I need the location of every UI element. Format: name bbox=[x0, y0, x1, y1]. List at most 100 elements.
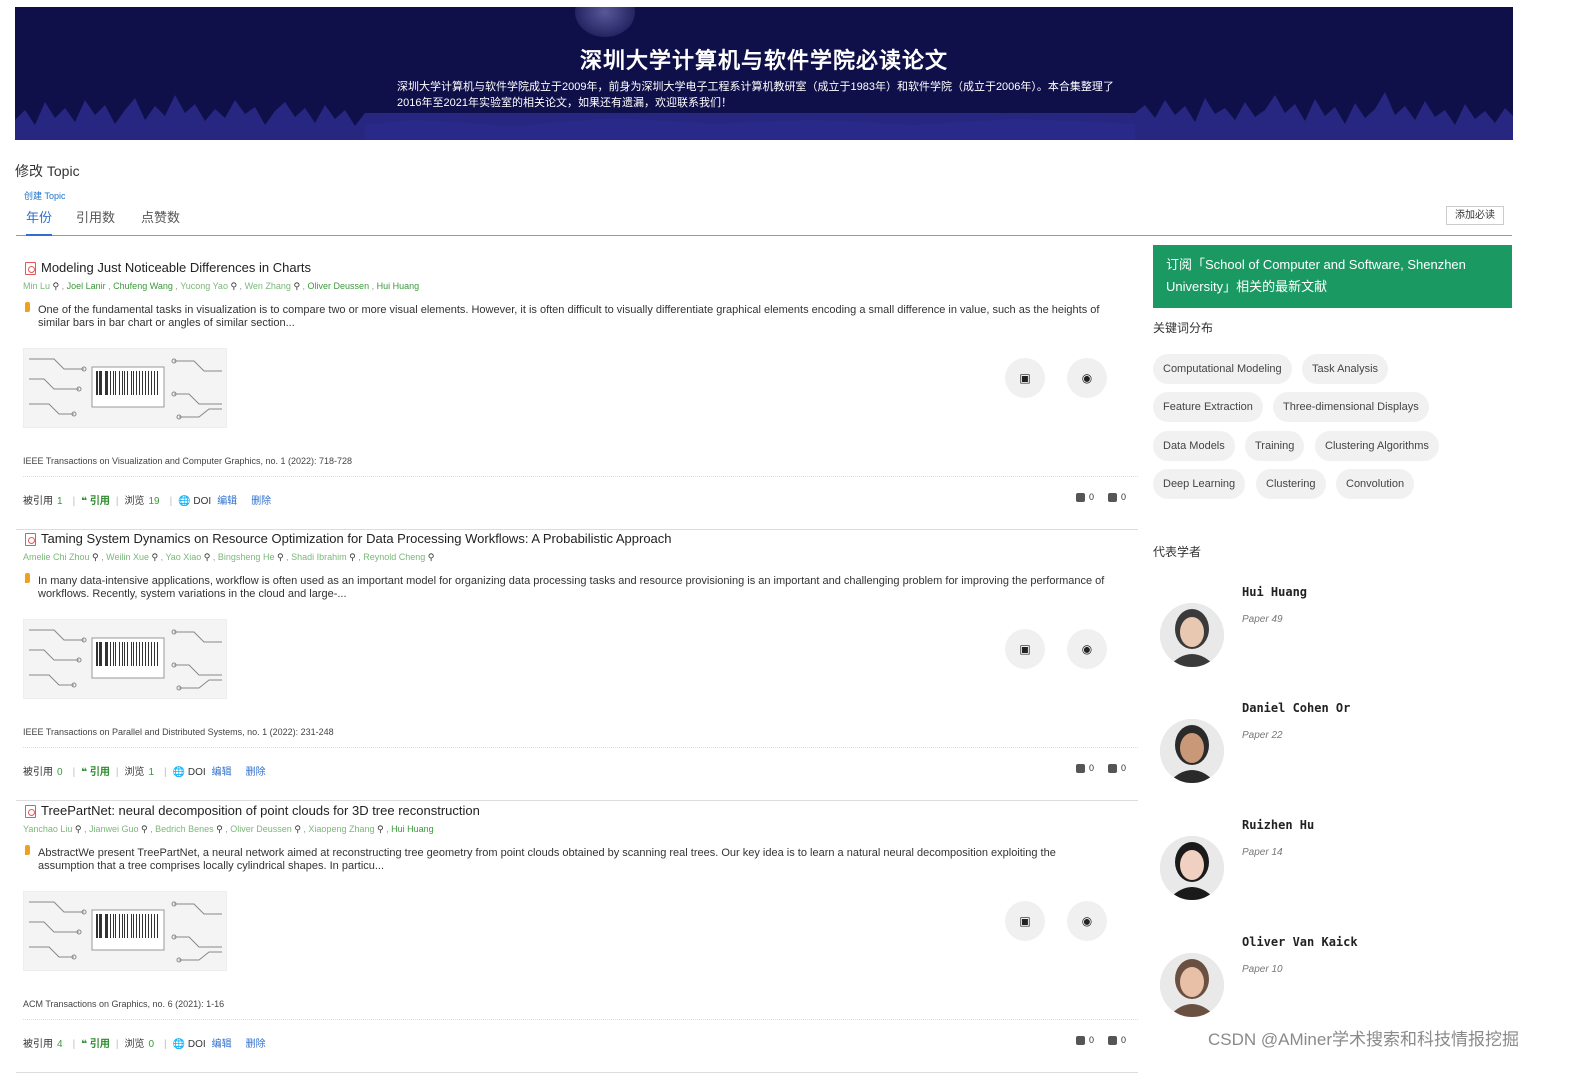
author-link[interactable]: Reynold Cheng bbox=[363, 552, 425, 562]
author-link[interactable]: Hui Huang bbox=[391, 824, 434, 834]
globe-icon: 🌐 bbox=[172, 1039, 186, 1050]
keyword-tag[interactable]: Feature Extraction bbox=[1153, 392, 1263, 422]
paper-title[interactable]: Modeling Just Noticeable Differences in … bbox=[41, 260, 311, 275]
create-topic-link[interactable]: 创建 Topic bbox=[24, 189, 66, 202]
author-link[interactable]: Bedrich Benes bbox=[155, 824, 214, 834]
search-icon[interactable]: ⚲ bbox=[374, 824, 384, 834]
scholar-item[interactable]: Ruizhen Hu Paper 14 bbox=[1160, 818, 1490, 918]
keyword-tag[interactable]: Training bbox=[1245, 431, 1305, 461]
keyword-tag[interactable]: Task Analysis bbox=[1302, 354, 1389, 384]
comment-button[interactable]: ▣ bbox=[1005, 629, 1045, 669]
search-icon[interactable]: ⚲ bbox=[139, 824, 148, 834]
thumbs-up-icon[interactable] bbox=[1075, 1036, 1085, 1046]
doi-link[interactable]: 🌐 DOI bbox=[173, 767, 206, 778]
author-link[interactable]: Oliver Deussen bbox=[308, 281, 370, 291]
doi-link[interactable]: 🌐 DOI bbox=[173, 1039, 206, 1050]
cited-count[interactable]: 1 bbox=[57, 496, 63, 507]
scholar-item[interactable]: Daniel Cohen Or Paper 22 bbox=[1160, 701, 1490, 801]
author-link[interactable]: Min Lu bbox=[23, 281, 50, 291]
scholar-item[interactable]: Oliver Van Kaick Paper 10 bbox=[1160, 935, 1490, 1035]
dislikes-count: 0 bbox=[1120, 763, 1126, 773]
author-link[interactable]: Wen Zhang bbox=[245, 281, 291, 291]
edit-link[interactable]: 编辑 bbox=[217, 496, 237, 507]
author-link[interactable]: Yao Xiao bbox=[165, 552, 201, 562]
avatar[interactable] bbox=[1160, 603, 1224, 667]
pdf-icon[interactable] bbox=[25, 262, 36, 275]
keyword-tag[interactable]: Data Models bbox=[1153, 431, 1235, 461]
author-link[interactable]: Hui Huang bbox=[377, 281, 420, 291]
comment-button[interactable]: ▣ bbox=[1005, 358, 1045, 398]
pdf-icon[interactable] bbox=[25, 805, 36, 818]
edit-topic-link[interactable]: 修改 Topic bbox=[15, 161, 80, 181]
tab-year[interactable]: 年份 bbox=[26, 207, 53, 236]
keyword-tag[interactable]: Three-dimensional Displays bbox=[1273, 392, 1429, 422]
scholar-name[interactable]: Hui Huang bbox=[1242, 585, 1307, 599]
search-icon[interactable]: ⚲ bbox=[50, 281, 60, 291]
thumbs-down-icon[interactable] bbox=[1107, 1036, 1117, 1046]
author-link[interactable]: Shadi Ibrahim bbox=[291, 552, 347, 562]
keyword-tag[interactable]: Computational Modeling bbox=[1153, 354, 1292, 384]
author-link[interactable]: Jianwei Guo bbox=[89, 824, 139, 834]
scholar-name[interactable]: Oliver Van Kaick bbox=[1242, 935, 1358, 949]
cited-count[interactable]: 0 bbox=[57, 767, 63, 778]
search-icon[interactable]: ⚲ bbox=[90, 552, 99, 562]
author-link[interactable]: Joel Lanir bbox=[67, 281, 106, 291]
delete-link[interactable]: 删除 bbox=[246, 767, 266, 778]
search-icon[interactable]: ⚲ bbox=[292, 824, 301, 834]
weibo-share-button[interactable]: ◉ bbox=[1067, 358, 1107, 398]
thumbs-down-icon[interactable] bbox=[1107, 764, 1117, 774]
paper-title[interactable]: Taming System Dynamics on Resource Optim… bbox=[41, 531, 672, 546]
search-icon[interactable]: ⚲ bbox=[274, 552, 284, 562]
keyword-tag[interactable]: Deep Learning bbox=[1153, 469, 1246, 499]
tab-citations[interactable]: 引用数 bbox=[76, 207, 115, 234]
author-link[interactable]: Yanchao Liu bbox=[23, 824, 72, 834]
thumbs-down-icon[interactable] bbox=[1107, 493, 1117, 503]
paper-stats: 被引用 1 | ❝ 引用 | 浏览 19 | 🌐 DOI 编辑 删除 bbox=[23, 496, 272, 507]
tab-likes[interactable]: 点赞数 bbox=[141, 207, 180, 234]
author-link[interactable]: Amelie Chi Zhou bbox=[23, 552, 90, 562]
comment-button[interactable]: ▣ bbox=[1005, 901, 1045, 941]
keyword-tag[interactable]: Convolution bbox=[1336, 469, 1415, 499]
search-icon[interactable]: ⚲ bbox=[228, 281, 237, 291]
author-link[interactable]: Chufeng Wang bbox=[113, 281, 173, 291]
paper-title[interactable]: TreePartNet: neural decomposition of poi… bbox=[41, 803, 480, 818]
cite-button[interactable]: ❝ 引用 bbox=[81, 496, 110, 507]
cite-button[interactable]: ❝ 引用 bbox=[81, 767, 110, 778]
avatar[interactable] bbox=[1160, 953, 1224, 1017]
thumbs-up-icon[interactable] bbox=[1075, 493, 1085, 503]
avatar[interactable] bbox=[1160, 719, 1224, 783]
paper-thumbnail[interactable] bbox=[23, 891, 227, 971]
pdf-icon[interactable] bbox=[25, 533, 36, 546]
thumbs-up-icon[interactable] bbox=[1075, 764, 1085, 774]
subscribe-banner[interactable]: 订阅「School of Computer and Software, Shen… bbox=[1153, 245, 1512, 308]
add-required-reading-button[interactable]: 添加必读 bbox=[1446, 206, 1504, 225]
search-icon[interactable]: ⚲ bbox=[214, 824, 223, 834]
paper-thumbnail[interactable] bbox=[23, 619, 227, 699]
edit-link[interactable]: 编辑 bbox=[212, 767, 232, 778]
weibo-share-button[interactable]: ◉ bbox=[1067, 629, 1107, 669]
search-icon[interactable]: ⚲ bbox=[291, 281, 300, 291]
delete-link[interactable]: 删除 bbox=[251, 496, 271, 507]
author-link[interactable]: Yucong Yao bbox=[180, 281, 228, 291]
author-link[interactable]: Oliver Deussen bbox=[230, 824, 292, 834]
search-icon[interactable]: ⚲ bbox=[425, 552, 435, 562]
keyword-tag[interactable]: Clustering bbox=[1256, 469, 1326, 499]
weibo-share-button[interactable]: ◉ bbox=[1067, 901, 1107, 941]
author-link[interactable]: Weilin Xue bbox=[106, 552, 149, 562]
author-link[interactable]: Bingsheng He bbox=[218, 552, 275, 562]
scholar-item[interactable]: Hui Huang Paper 49 bbox=[1160, 585, 1490, 685]
doi-link[interactable]: 🌐 DOI bbox=[178, 496, 211, 507]
search-icon[interactable]: ⚲ bbox=[149, 552, 159, 562]
cited-count[interactable]: 4 bbox=[57, 1039, 63, 1050]
paper-thumbnail[interactable] bbox=[23, 348, 227, 428]
cite-button[interactable]: ❝ 引用 bbox=[81, 1039, 110, 1050]
delete-link[interactable]: 删除 bbox=[246, 1039, 266, 1050]
search-icon[interactable]: ⚲ bbox=[347, 552, 356, 562]
avatar[interactable] bbox=[1160, 836, 1224, 900]
edit-link[interactable]: 编辑 bbox=[212, 1039, 232, 1050]
keyword-tag[interactable]: Clustering Algorithms bbox=[1315, 431, 1439, 461]
weibo-icon: ◉ bbox=[1081, 642, 1093, 656]
author-link[interactable]: Xiaopeng Zhang bbox=[308, 824, 374, 834]
scholar-name[interactable]: Ruizhen Hu bbox=[1242, 818, 1314, 832]
scholar-name[interactable]: Daniel Cohen Or bbox=[1242, 701, 1350, 715]
